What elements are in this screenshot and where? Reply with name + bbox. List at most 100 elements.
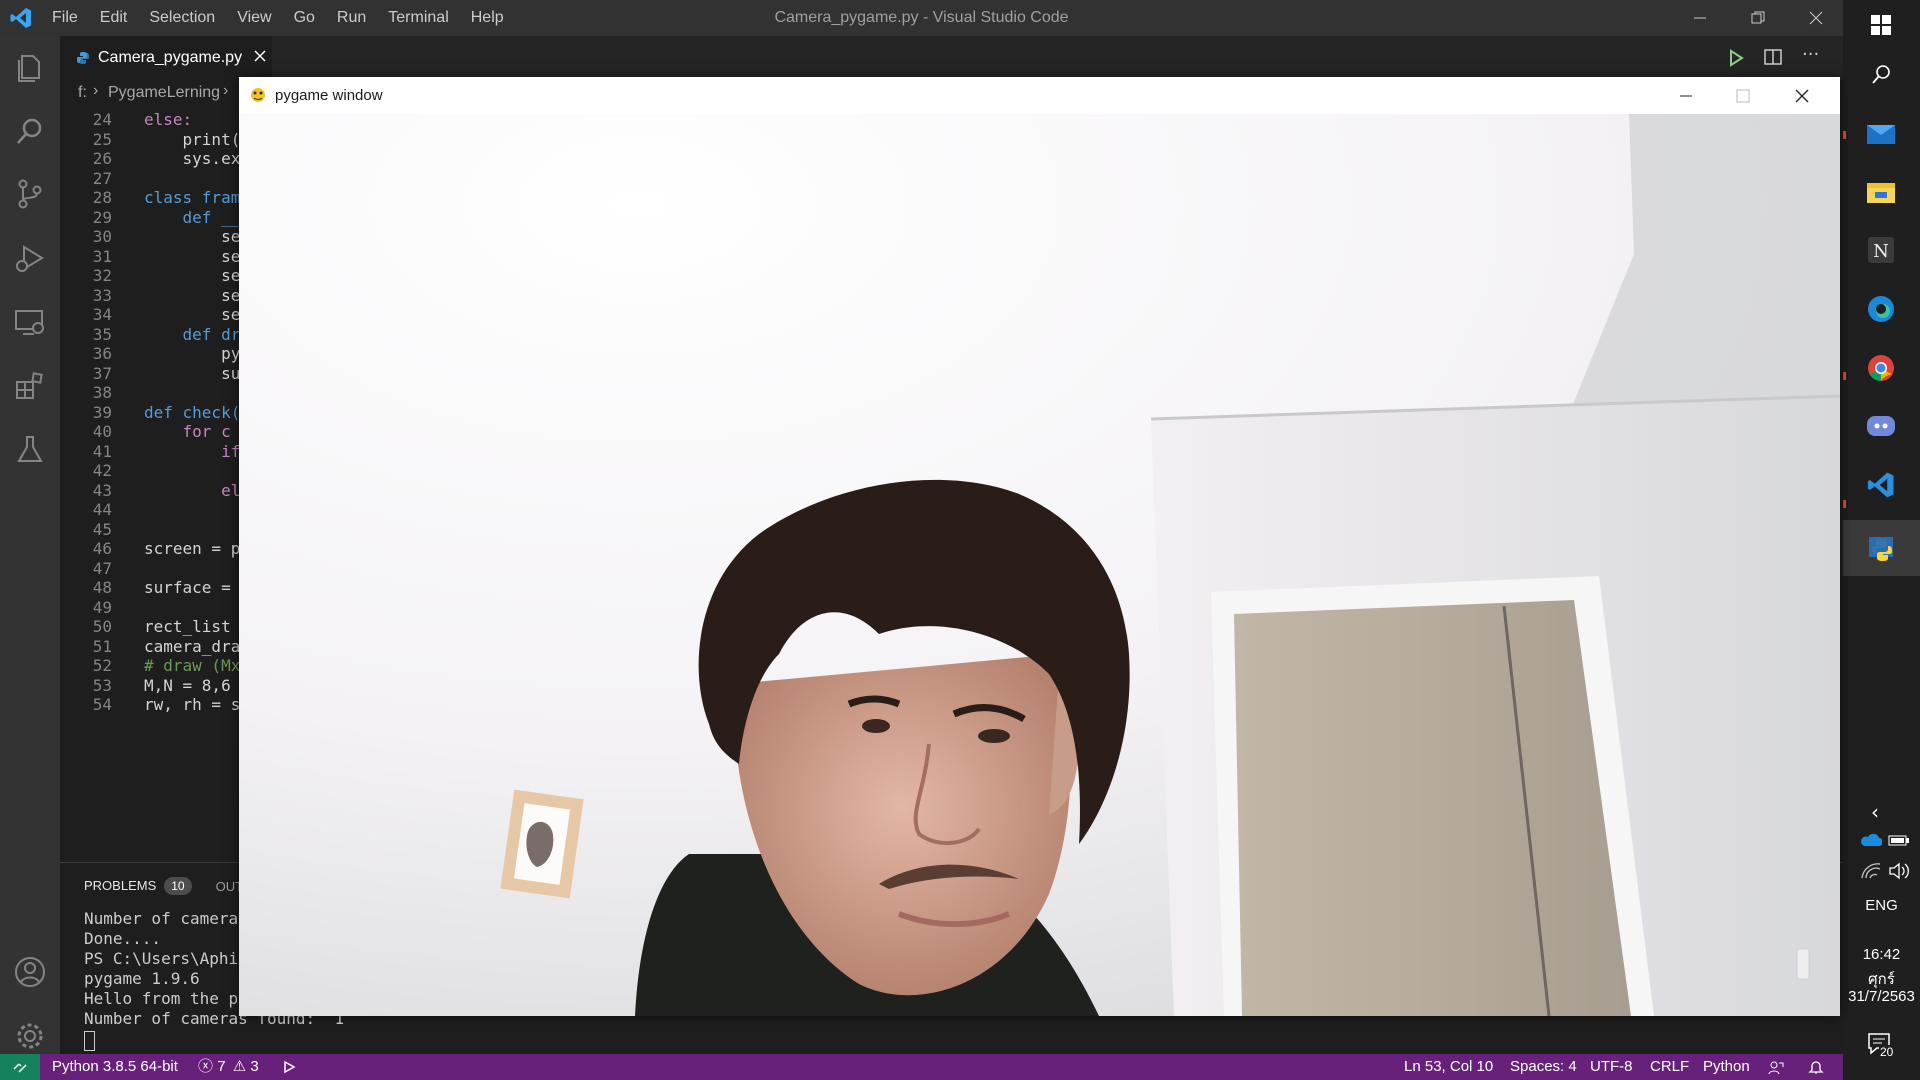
indentation[interactable]: Spaces: 4 (1510, 1054, 1577, 1080)
restore-button[interactable] (1730, 0, 1786, 36)
line-number: 50 (92, 617, 112, 636)
battery-icon[interactable] (1888, 834, 1910, 847)
taskbar-discord[interactable] (1862, 407, 1900, 445)
encoding[interactable]: UTF-8 (1590, 1054, 1633, 1080)
remote-indicator[interactable] (0, 1054, 40, 1080)
minimize-button[interactable] (1672, 0, 1728, 36)
onedrive-icon[interactable] (1860, 832, 1882, 848)
code-line: # draw (Mx (144, 656, 241, 675)
line-number: 41 (92, 441, 112, 461)
breadcrumb-separator-icon: › (93, 82, 99, 99)
taskbar-notion[interactable]: N (1862, 231, 1900, 269)
code-line: se (144, 266, 241, 285)
line-ending[interactable]: CRLF (1650, 1054, 1689, 1080)
taskbar-search-button[interactable] (1862, 55, 1900, 93)
breadcrumb-folder[interactable]: PygameLerning (108, 84, 220, 102)
testing-flask-icon[interactable] (12, 432, 48, 468)
menu-help[interactable]: Help (471, 9, 504, 27)
code-line: M,N = 8,6 (144, 675, 231, 695)
run-debug-icon[interactable] (12, 240, 48, 276)
menu-view[interactable]: View (237, 9, 271, 27)
close-window-button[interactable] (1788, 0, 1844, 36)
language-mode[interactable]: Python (1703, 1054, 1750, 1080)
settings-gear-icon[interactable] (12, 1018, 48, 1054)
code-line: def dr (144, 324, 241, 344)
line-number: 46 (92, 539, 112, 558)
editor-tab-bar: Camera_pygame.py ··· (60, 36, 1843, 80)
code-line: py (144, 344, 241, 363)
code-line: camera_dra (144, 636, 241, 656)
tab-camera-pygame[interactable]: Camera_pygame.py (60, 36, 272, 80)
line-number: 51 (92, 636, 112, 656)
taskbar-python-active[interactable] (1843, 520, 1920, 576)
line-number: 36 (92, 344, 112, 363)
code-line: def check( (144, 402, 241, 422)
taskbar-mail[interactable] (1862, 115, 1900, 153)
tab-close-icon[interactable] (254, 49, 266, 67)
input-language[interactable]: ENG (1843, 897, 1920, 914)
taskbar-file-explorer[interactable] (1862, 173, 1900, 211)
feedback-icon[interactable] (1768, 1054, 1784, 1080)
notion-icon: N (1868, 237, 1894, 263)
problems-count-badge: 10 (164, 877, 192, 895)
line-number: 37 (92, 363, 112, 383)
maximize-icon[interactable] (1736, 89, 1750, 103)
webcam-image (239, 114, 1840, 1016)
show-hidden-icons-chevron-icon[interactable]: ‹ (1871, 800, 1879, 824)
search-icon[interactable] (12, 114, 48, 150)
clock-time[interactable]: 16:42 (1843, 946, 1920, 963)
taskbar-chrome[interactable] (1862, 349, 1900, 387)
line-number: 32 (92, 266, 112, 285)
code-line: su (144, 363, 241, 383)
taskbar-edge[interactable] (1862, 290, 1900, 328)
menu-selection[interactable]: Selection (149, 9, 215, 27)
menu-terminal[interactable]: Terminal (388, 9, 448, 27)
line-number: 33 (92, 285, 112, 305)
menu-run[interactable]: Run (337, 9, 366, 27)
pygame-window[interactable]: pygame window (239, 77, 1840, 1016)
explorer-icon[interactable] (12, 50, 48, 86)
line-number: 48 (92, 578, 112, 597)
split-editor-icon[interactable] (1764, 48, 1782, 68)
volume-icon[interactable] (1888, 862, 1912, 880)
menu-edit[interactable]: Edit (100, 9, 128, 27)
line-number: 47 (92, 558, 112, 578)
line-number: 45 (92, 519, 112, 539)
line-number: 25 (92, 129, 112, 149)
problems-status[interactable]: ⓧ 7 ⚠ 3 (198, 1054, 259, 1080)
accounts-icon[interactable] (12, 954, 48, 990)
minimize-icon[interactable] (1679, 89, 1693, 103)
tab-problems[interactable]: PROBLEMS 10 (84, 877, 192, 895)
more-actions-icon[interactable]: ··· (1802, 44, 1819, 65)
mail-icon (1867, 125, 1895, 144)
line-number: 39 (92, 402, 112, 422)
taskbar-vscode[interactable] (1862, 466, 1900, 504)
windows-taskbar: N ‹ ENG 16:42 ศุกร์ 31/7/2563 20 (1843, 0, 1920, 1080)
cursor-position[interactable]: Ln 53, Col 10 (1404, 1054, 1493, 1080)
line-number: 44 (92, 500, 112, 519)
code-line: for c (144, 422, 231, 441)
panel-tabs: PROBLEMS 10 OUT (84, 873, 243, 899)
windows-logo-icon (1871, 15, 1891, 35)
menu-go[interactable]: Go (294, 9, 315, 27)
action-center-button[interactable]: 20 (1867, 1032, 1897, 1062)
start-button[interactable] (1862, 6, 1900, 44)
pygame-titlebar[interactable]: pygame window (239, 77, 1840, 114)
notifications-bell-icon[interactable] (1808, 1054, 1824, 1080)
run-file-icon[interactable] (1727, 48, 1745, 68)
close-icon[interactable] (1795, 89, 1809, 103)
python-interpreter[interactable]: Python 3.8.5 64-bit (52, 1054, 178, 1080)
code-line: def __ (144, 207, 241, 227)
wifi-icon[interactable] (1860, 862, 1882, 880)
line-number: 27 (92, 168, 112, 188)
taskbar-indicator (1843, 500, 1846, 508)
extensions-icon[interactable] (12, 368, 48, 404)
source-control-icon[interactable] (12, 176, 48, 212)
breadcrumb-drive[interactable]: f: (78, 84, 87, 102)
remote-explorer-icon[interactable] (12, 304, 48, 340)
menu-file[interactable]: File (52, 9, 78, 27)
line-number: 26 (92, 149, 112, 168)
run-status-icon[interactable] (282, 1054, 296, 1080)
line-number: 28 (92, 188, 112, 207)
line-number: 43 (92, 480, 112, 500)
